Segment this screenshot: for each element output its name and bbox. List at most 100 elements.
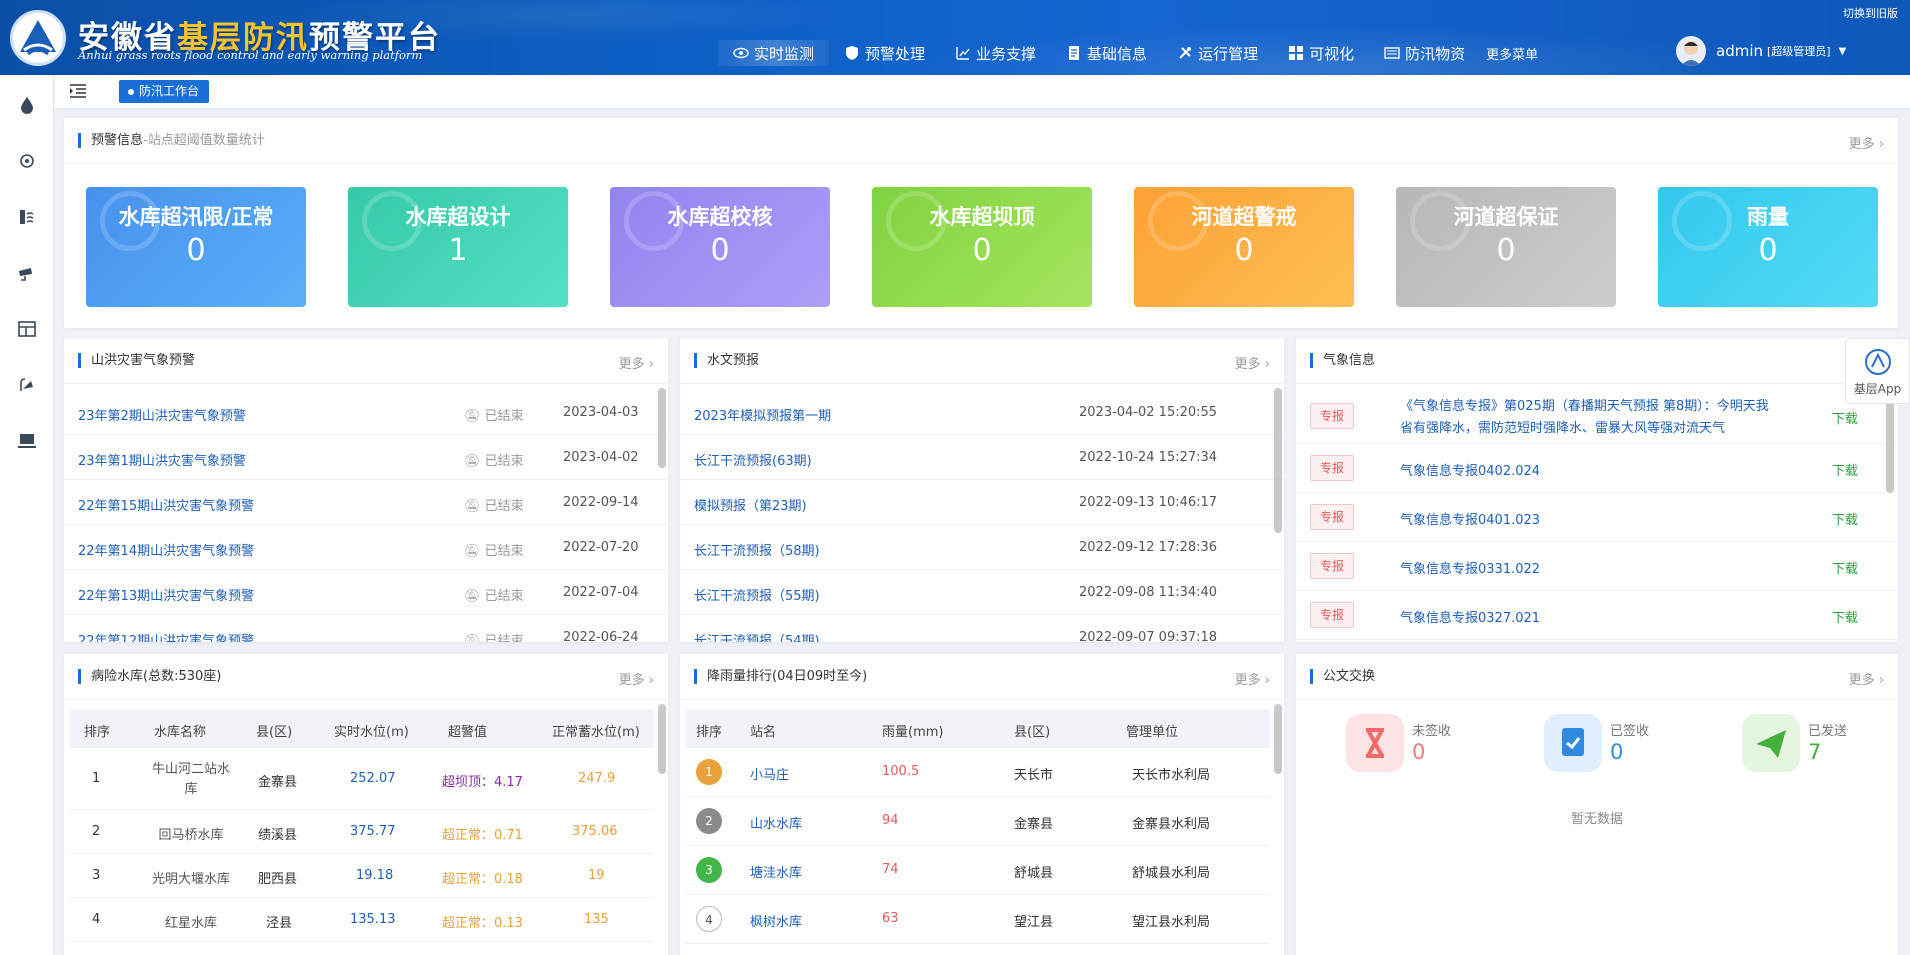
status-text: 🔕︎ 已结束 xyxy=(464,544,524,559)
list-item[interactable]: 专报 气象信息专报0327.021 下载 xyxy=(1296,591,1898,640)
user-name: admin xyxy=(1716,42,1763,60)
avatar xyxy=(1676,36,1706,66)
list-item[interactable]: 2023年模拟预报第一期 2023-04-02 15:20:55 xyxy=(680,390,1284,435)
list-item[interactable]: 22年第14期山洪灾害气象预警 🔕︎ 已结束 2022-07-20 xyxy=(64,525,668,570)
scrollbar[interactable] xyxy=(1274,704,1282,774)
status-text: 🔕︎ 已结束 xyxy=(464,499,524,514)
left-sidebar xyxy=(0,75,54,955)
card-river-over-guarantee[interactable]: 河道超保证 0 xyxy=(1396,187,1616,307)
download-link: 下载 xyxy=(1831,464,1858,479)
chevron-down-icon: ▼ xyxy=(1838,45,1847,57)
list-item[interactable]: 专报 《气象信息专报》第025期（春播期天气预报 第8期）：今明天我 省有强降水，… xyxy=(1296,390,1898,444)
main-nav: 实时监测 预警处理 业务支撑 基础信息 运行管理 可视化 防汛物资 更多菜单 xyxy=(718,40,1553,66)
status-text: 🔕︎ 已结束 xyxy=(464,454,524,469)
nav-flood-materials[interactable]: 防汛物资 xyxy=(1369,40,1480,66)
download-link: 下载 xyxy=(1831,562,1858,577)
more-link[interactable]: 更多 › xyxy=(619,669,654,688)
table-row[interactable]: 3 光明大堰水库 肥西县 19.18 超正常：0.18 19 xyxy=(70,854,654,898)
tag-badge: 专报 xyxy=(1310,455,1354,481)
keyboard-icon xyxy=(1384,47,1400,59)
nav-realtime-monitor[interactable]: 实时监测 xyxy=(718,40,830,66)
switch-old-version-link[interactable]: 切换到旧版 xyxy=(1843,5,1898,21)
table-row[interactable]: 1 牛山河二站水库 金寨县 252.07 超坝顶：4.17 247.9 xyxy=(70,748,654,810)
table-row[interactable]: 4 枫树水库 63 望江县 望江县水利局 xyxy=(686,895,1270,944)
water-level-icon[interactable] xyxy=(17,207,37,227)
scrollbar[interactable] xyxy=(1274,388,1282,533)
panel-title: 水文预报 xyxy=(694,353,759,368)
satellite-icon[interactable] xyxy=(17,375,37,395)
doc-unsigned[interactable]: 未签收 0 xyxy=(1346,714,1486,778)
list-item[interactable]: 专报 气象信息专报0401.023 下载 xyxy=(1296,493,1898,542)
download-link: 下载 xyxy=(1831,412,1858,427)
nav-basic-info[interactable]: 基础信息 xyxy=(1051,40,1162,66)
card-reservoir-flood-limit[interactable]: 水库超汛限/正常 0 xyxy=(86,187,306,307)
table-row[interactable]: 2 回马桥水库 绩溪县 375.77 超正常：0.71 375.06 xyxy=(70,810,654,854)
list-item[interactable]: 23年第2期山洪灾害气象预警 🔕︎ 已结束 2023-04-03 xyxy=(64,390,668,435)
water-drop-icon[interactable] xyxy=(17,95,37,115)
mountain-flood-panel: 山洪灾害气象预警 更多 › 23年第2期山洪灾害气象预警 🔕︎ 已结束 2023-0… xyxy=(64,338,668,642)
panel-title: 山洪灾害气象预警 xyxy=(78,353,195,368)
tools-icon xyxy=(1179,47,1192,59)
card-rainfall[interactable]: 雨量 0 xyxy=(1658,187,1878,307)
table-row[interactable]: 2 山水水库 94 金寨县 金寨县水利局 xyxy=(686,797,1270,846)
shield-icon xyxy=(846,46,859,60)
nav-business-support[interactable]: 业务支撑 xyxy=(940,40,1051,66)
dashboard-icon[interactable] xyxy=(17,319,37,339)
more-link[interactable]: 更多 › xyxy=(1235,669,1270,688)
more-link[interactable]: 更多 › xyxy=(619,353,654,372)
tag-badge: 专报 xyxy=(1310,602,1354,628)
panel-header: 水文预报 更多 › xyxy=(680,338,1284,384)
list-item[interactable]: 22年第13期山洪灾害气象预警 🔕︎ 已结束 2022-07-04 xyxy=(64,570,668,615)
scrollbar[interactable] xyxy=(658,388,666,468)
bell-off-icon: 🔕︎ xyxy=(464,544,485,559)
list-item[interactable]: 长江干流预报（55期) 2022-09-08 11:34:40 xyxy=(680,570,1284,615)
rank-badge: 3 xyxy=(696,857,722,883)
computer-icon[interactable] xyxy=(17,431,37,451)
list-item[interactable]: 专报 气象信息专报0402.024 下载 xyxy=(1296,444,1898,493)
list-item[interactable]: 专报 气象信息专报0331.022 下载 xyxy=(1296,542,1898,591)
scrollbar[interactable] xyxy=(658,704,666,774)
panel-header: 降雨量排行(04日09时至今) 更多 › xyxy=(680,654,1284,700)
table-row[interactable]: 4 红星水库 泾县 135.13 超正常：0.13 135 xyxy=(70,898,654,942)
hydrology-forecast-panel: 水文预报 更多 › 2023年模拟预报第一期 2023-04-02 15:20:5… xyxy=(680,338,1284,642)
table-row[interactable]: 1 小马庄 100.5 天长市 天长市水利局 xyxy=(686,748,1270,797)
list-item[interactable]: 长江干流预报(63期) 2022-10-24 15:27:34 xyxy=(680,435,1284,480)
mobile-app-button[interactable]: 基层App xyxy=(1845,338,1910,404)
doc-sent[interactable]: 已发送 7 xyxy=(1742,714,1882,778)
bell-off-icon: 🔕︎ xyxy=(464,409,485,424)
card-reservoir-over-dam-top[interactable]: 水库超坝顶 0 xyxy=(872,187,1092,307)
list-item[interactable]: 22年第12期山洪灾害气象预警 🔕︎ 已结束 2022-06-24 xyxy=(64,615,668,642)
more-link[interactable]: 更多 › xyxy=(1235,353,1270,372)
list-item[interactable]: 长江干流预报（54期) 2022-09-07 09:37:18 xyxy=(680,615,1284,642)
panel-header: 山洪灾害气象预警 更多 › xyxy=(64,338,668,384)
nav-more-menu[interactable]: 更多菜单 xyxy=(1480,40,1553,66)
card-reservoir-over-check[interactable]: 水库超校核 0 xyxy=(610,187,830,307)
card-reservoir-over-design[interactable]: 水库超设计 1 xyxy=(348,187,568,307)
nav-visualization[interactable]: 可视化 xyxy=(1273,40,1369,66)
doc-signed[interactable]: 已签收 0 xyxy=(1544,714,1684,778)
top-header: 安徽省基层防汛预警平台 Anhui grass roots flood cont… xyxy=(0,0,1910,75)
list-item[interactable]: 长江干流预报（58期) 2022-09-12 17:28:36 xyxy=(680,525,1284,570)
tag-badge: 专报 xyxy=(1310,504,1354,530)
app-logo-icon xyxy=(1864,349,1891,375)
table-row[interactable]: 3 塘洼水库 74 舒城县 舒城县水利局 xyxy=(686,846,1270,895)
list-item[interactable]: 22年第15期山洪灾害气象预警 🔕︎ 已结束 2022-09-14 xyxy=(64,480,668,525)
bell-off-icon: 🔕︎ xyxy=(464,634,485,642)
nav-warning-process[interactable]: 预警处理 xyxy=(829,40,940,66)
card-river-over-warning[interactable]: 河道超警戒 0 xyxy=(1134,187,1354,307)
panel-header: 预警信息-站点超阈值数量统计 更多 › xyxy=(64,118,1898,164)
panel-header: 气象信息 xyxy=(1296,338,1898,384)
tab-flood-workbench[interactable]: 防汛工作台 xyxy=(119,80,210,103)
nav-operation-mgmt[interactable]: 运行管理 xyxy=(1162,40,1273,66)
list-item[interactable]: 23年第1期山洪灾害气象预警 🔕︎ 已结束 2023-04-02 xyxy=(64,435,668,480)
more-link[interactable]: 更多 › xyxy=(1849,669,1884,688)
user-menu[interactable]: admin [超级管理员] ▼ xyxy=(1676,36,1846,66)
monitor-station-icon[interactable] xyxy=(17,151,37,171)
grid-icon xyxy=(1289,46,1304,60)
more-link[interactable]: 更多 › xyxy=(1849,133,1884,152)
camera-icon[interactable] xyxy=(17,263,37,283)
menu-collapse-icon[interactable] xyxy=(69,84,87,98)
table-header: 排序 站名 雨量(mm) 县(区) 管理单位 xyxy=(686,710,1270,748)
list-item[interactable]: 模拟预报（第23期) 2022-09-13 10:46:17 xyxy=(680,480,1284,525)
tag-badge: 专报 xyxy=(1310,403,1354,429)
